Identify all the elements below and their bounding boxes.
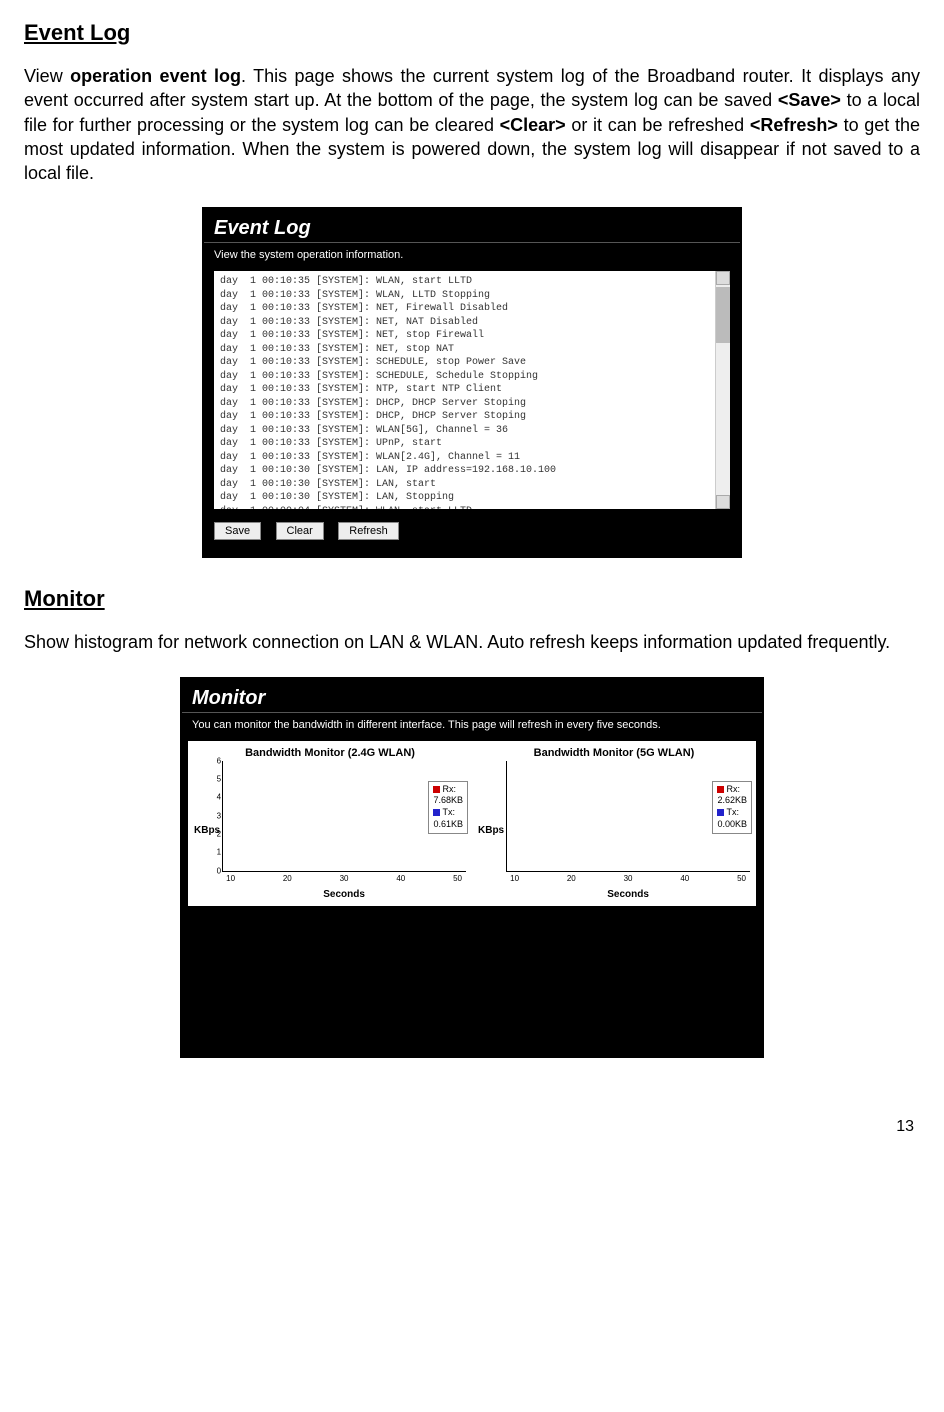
chart-1: Bandwidth Monitor (5G WLAN) KBps102030405… <box>472 741 756 906</box>
text-bold: operation event log <box>70 66 241 86</box>
panel-spacer <box>182 906 762 1056</box>
monitor-panel: Monitor You can monitor the bandwidth in… <box>180 677 764 1058</box>
refresh-button[interactable]: Refresh <box>338 522 399 540</box>
text-bold: <Refresh> <box>750 115 838 135</box>
scroll-up-icon[interactable] <box>716 271 730 285</box>
x-axis-label: Seconds <box>506 889 750 900</box>
page-number: 13 <box>24 1118 920 1136</box>
y-axis-label: KBps <box>478 761 506 900</box>
chart-title: Bandwidth Monitor (5G WLAN) <box>478 747 750 759</box>
chart-legend: Rx:2.62KBTx:0.00KB <box>712 781 752 834</box>
monitor-paragraph: Show histogram for network connection on… <box>24 630 920 654</box>
panel-subtitle: You can monitor the bandwidth in differe… <box>182 713 762 741</box>
event-log-paragraph: View operation event log. This page show… <box>24 64 920 185</box>
text: View <box>24 66 70 86</box>
monitor-heading: Monitor <box>24 586 920 612</box>
x-axis-label: Seconds <box>222 889 466 900</box>
chart-title: Bandwidth Monitor (2.4G WLAN) <box>194 747 466 759</box>
x-axis-ticks: 1020304050 <box>506 872 750 885</box>
scroll-thumb[interactable] <box>716 287 730 343</box>
log-content: day 1 00:10:35 [SYSTEM]: WLAN, start LLT… <box>220 275 724 509</box>
button-row: Save Clear Refresh <box>204 509 740 556</box>
scroll-down-icon[interactable] <box>716 495 730 509</box>
text: or it can be refreshed <box>566 115 750 135</box>
log-textarea[interactable]: day 1 00:10:35 [SYSTEM]: WLAN, start LLT… <box>214 271 730 509</box>
x-axis-ticks: 1020304050 <box>222 872 466 885</box>
text-bold: <Save> <box>778 90 841 110</box>
clear-button[interactable]: Clear <box>276 522 324 540</box>
text-bold: <Clear> <box>500 115 566 135</box>
chart-legend: Rx:7.68KBTx:0.61KB <box>428 781 468 834</box>
chart-0: Bandwidth Monitor (2.4G WLAN)KBps0123456… <box>188 741 472 906</box>
panel-title: Monitor <box>182 679 762 713</box>
panel-subtitle: View the system operation information. <box>204 243 740 271</box>
save-button[interactable]: Save <box>214 522 261 540</box>
scrollbar[interactable] <box>715 271 730 509</box>
event-log-heading: Event Log <box>24 20 920 46</box>
event-log-panel: Event Log View the system operation info… <box>202 207 742 558</box>
panel-title: Event Log <box>204 209 740 243</box>
